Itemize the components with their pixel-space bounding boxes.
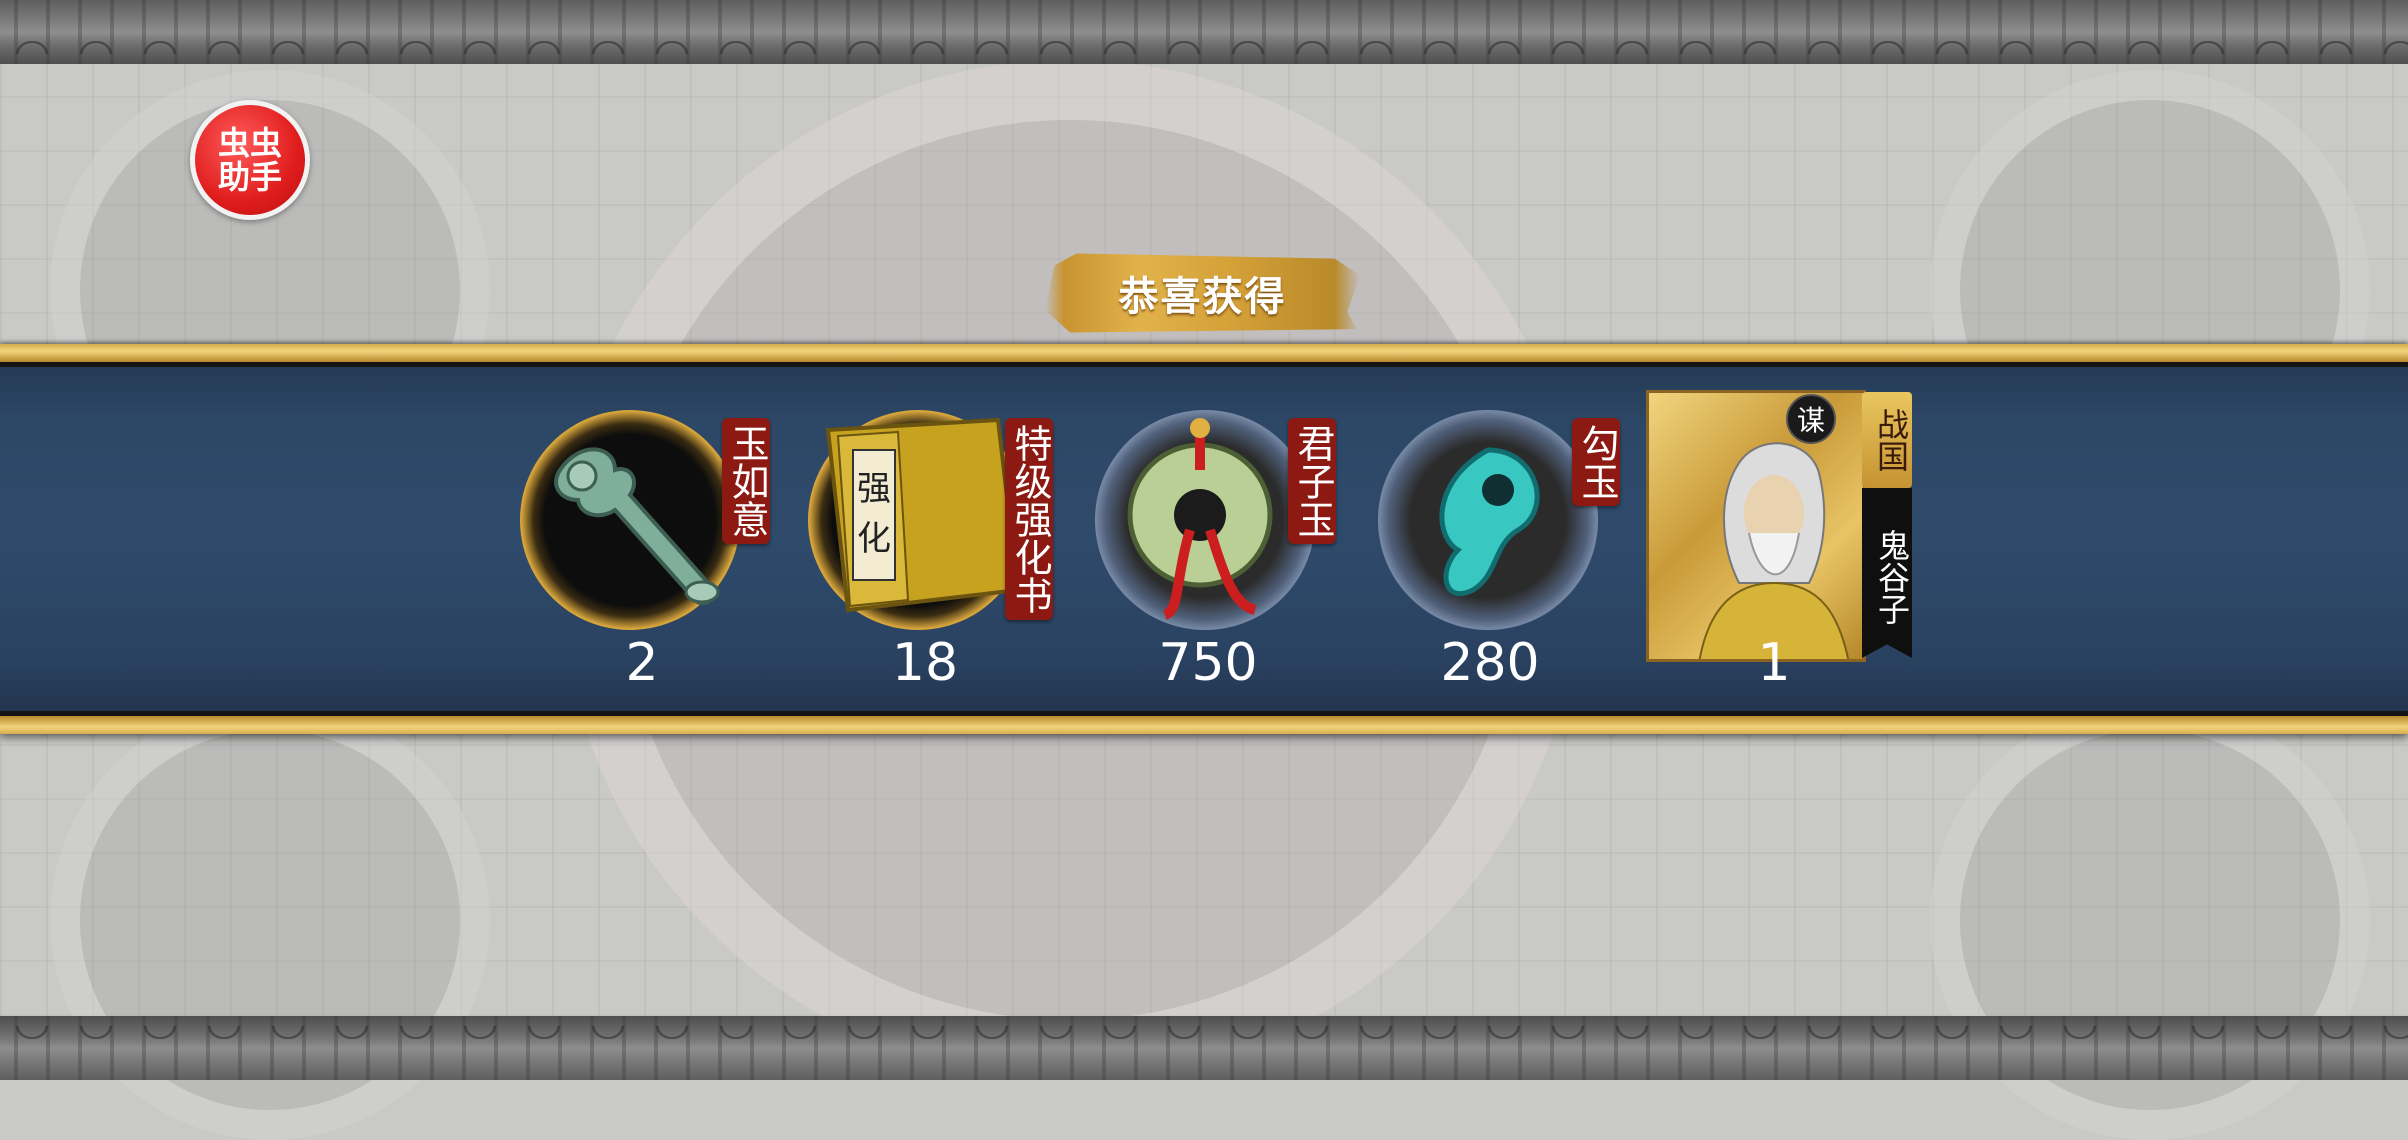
jade-ruyi-icon bbox=[520, 410, 740, 630]
hero-portrait-icon bbox=[1698, 442, 1849, 659]
reward-label: 勾玉 bbox=[1572, 418, 1620, 506]
helper-app-badge[interactable]: 虫虫 助手 bbox=[190, 100, 310, 220]
reward-quantity: 1 bbox=[1757, 633, 1791, 693]
bottom-border bbox=[0, 1016, 2408, 1080]
popup-title: 恭喜获得 bbox=[1118, 273, 1287, 320]
hero-faction-tag: 战国 bbox=[1862, 392, 1912, 488]
top-border bbox=[0, 0, 2408, 64]
enhancement-book-icon: 强 化 bbox=[808, 410, 1028, 630]
svg-text:强: 强 bbox=[857, 469, 891, 509]
reward-quantity: 750 bbox=[1158, 633, 1258, 693]
reward-label: 君子玉 bbox=[1288, 418, 1336, 544]
hero-name-tag: 鬼谷子 bbox=[1862, 488, 1912, 658]
reward-quantity: 280 bbox=[1440, 633, 1540, 693]
hero-type-badge: 谋 bbox=[1786, 394, 1836, 444]
reward-label: 特级强化书 bbox=[1005, 418, 1053, 620]
reward-quantity: 2 bbox=[625, 633, 659, 693]
magatama-icon bbox=[1378, 410, 1598, 630]
svg-text:化: 化 bbox=[857, 519, 891, 559]
reward-quantity: 18 bbox=[891, 633, 959, 693]
reward-label: 玉如意 bbox=[722, 418, 770, 544]
junzi-jade-icon bbox=[1095, 410, 1315, 630]
